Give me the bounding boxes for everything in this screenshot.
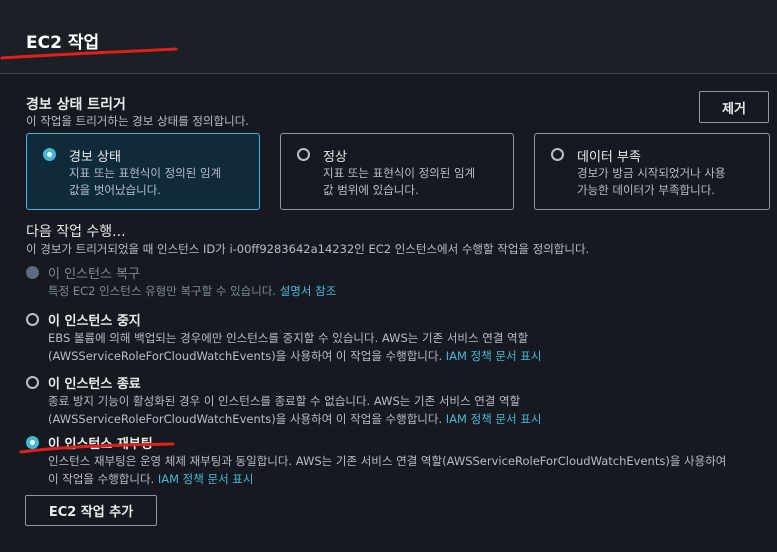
tile-desc: 지표 또는 표현식이 정의된 임계 값을 벗어났습니다. (69, 166, 222, 197)
option-stop-label: 이 인스턴스 중지 (48, 314, 141, 329)
option-reboot-desc: 인스턴스 재부팅은 운영 체제 재부팅과 동일합니다. AWS는 기존 서비스 … (48, 454, 727, 486)
option-terminate-desc: 종료 방지 기능이 활성화된 경우 이 인스턴스를 종료할 수 없습니다. AW… (48, 394, 542, 426)
iam-policy-link[interactable]: IAM 정책 문서 표시 (446, 412, 542, 426)
radio-reboot[interactable] (26, 436, 39, 449)
tile-desc: 경보가 방금 시작되었거나 사용 가능한 데이터가 부족합니다. (577, 166, 726, 197)
tile-label: 경보 상태 (69, 150, 121, 165)
panel-title: EC2 작업 (26, 33, 100, 53)
panel-header: EC2 작업 (0, 0, 777, 74)
iam-policy-link[interactable]: IAM 정책 문서 표시 (446, 349, 542, 363)
tile-ok[interactable]: 정상 지표 또는 표현식이 정의된 임계 값 범위에 있습니다. (280, 133, 514, 210)
radio-terminate[interactable] (26, 376, 39, 389)
tile-insufficient-data[interactable]: 데이터 부족 경보가 방금 시작되었거나 사용 가능한 데이터가 부족합니다. (534, 133, 770, 210)
option-recover-label: 이 인스턴스 복구 (48, 267, 140, 282)
radio-alarm[interactable] (43, 148, 56, 161)
ec2-action-panel: EC2 작업 경보 상태 트리거 이 작업을 트리거하는 경보 상태를 정의합니… (0, 0, 777, 552)
trigger-desc: 이 작업을 트리거하는 경보 상태를 정의합니다. (26, 114, 249, 128)
action-desc: 이 경보가 트리거되었을 때 인스턴스 ID가 i-00ff9283642a14… (26, 242, 590, 256)
radio-insufficient-data[interactable] (551, 148, 564, 161)
add-ec2-action-button[interactable]: EC2 작업 추가 (25, 495, 157, 526)
trigger-title: 경보 상태 트리거 (26, 97, 126, 113)
tile-label: 데이터 부족 (577, 150, 641, 165)
option-stop-desc: EBS 볼륨에 의해 백업되는 경우에만 인스턴스를 중지할 수 있습니다. A… (48, 331, 542, 363)
tile-alarm[interactable]: 경보 상태 지표 또는 표현식이 정의된 임계 값을 벗어났습니다. (26, 133, 260, 210)
option-recover-desc: 특정 EC2 인스턴스 유형만 복구할 수 있습니다. 설명서 참조 (48, 284, 337, 298)
radio-recover (26, 266, 39, 279)
option-terminate-label: 이 인스턴스 종료 (48, 377, 141, 392)
action-title: 다음 작업 수행... (26, 224, 126, 240)
iam-policy-link[interactable]: IAM 정책 문서 표시 (158, 472, 254, 486)
tile-desc: 지표 또는 표현식이 정의된 임계 값 범위에 있습니다. (323, 166, 476, 197)
docs-link[interactable]: 설명서 참조 (280, 284, 337, 298)
remove-button[interactable]: 제거 (699, 91, 769, 123)
option-reboot-label: 이 인스턴스 재부팅 (48, 437, 153, 452)
radio-ok[interactable] (297, 148, 310, 161)
radio-stop[interactable] (26, 313, 39, 326)
tile-label: 정상 (323, 150, 347, 165)
